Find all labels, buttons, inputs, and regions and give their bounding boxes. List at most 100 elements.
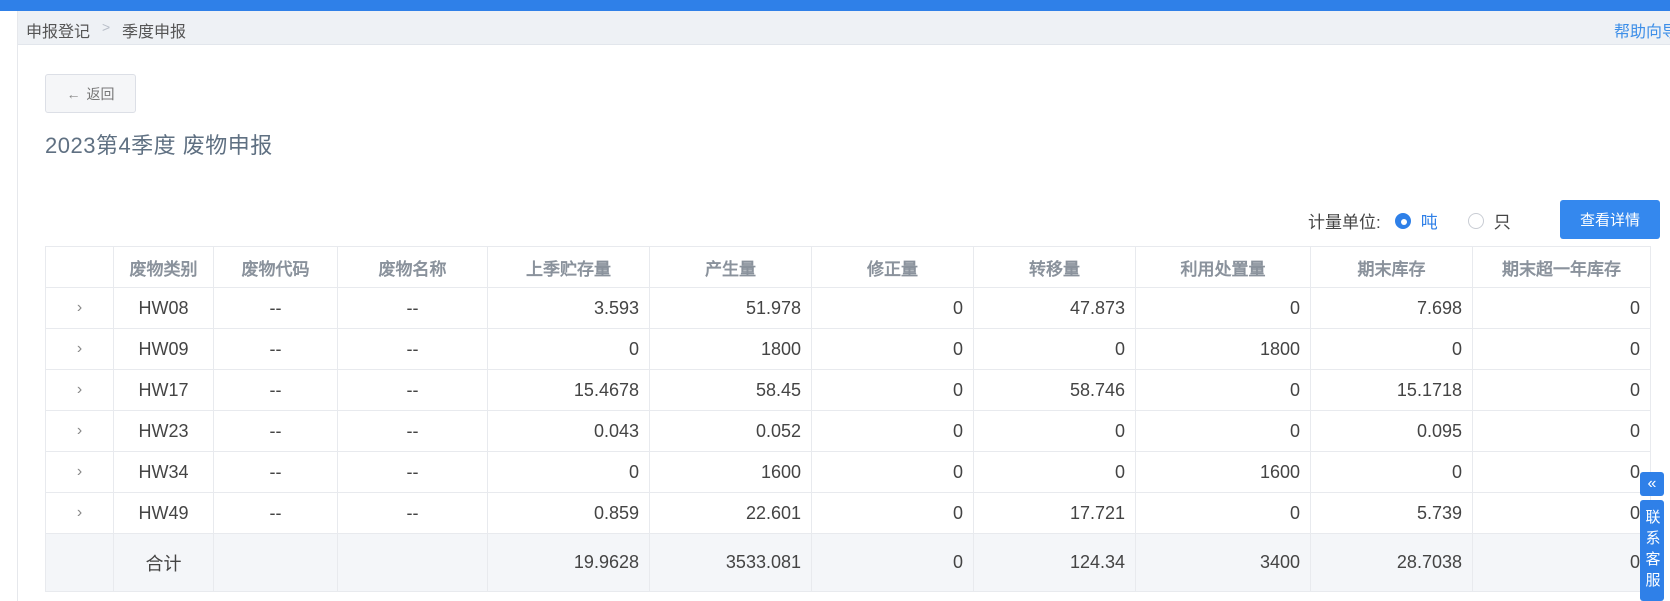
cell-produced: 0.052 [649, 410, 812, 452]
left-strip [0, 11, 18, 601]
cell-corrected: 0 [811, 492, 974, 534]
radio-checked-icon [1394, 212, 1411, 229]
table-header-row: 废物类别 废物代码 废物名称 上季贮存量 产生量 修正量 转移量 利用处置量 期… [45, 246, 1651, 288]
back-button-label: 返回 [86, 85, 115, 102]
cell-corrected: 0 [811, 451, 974, 493]
table-total-row: 合计 19.9628 3533.081 0 124.34 3400 28.703… [45, 533, 1651, 592]
cell-produced: 58.45 [649, 369, 812, 411]
cell-category: HW08 [113, 287, 214, 329]
total-produced: 3533.081 [649, 533, 812, 592]
header-transferred: 转移量 [973, 246, 1136, 288]
cell-produced: 1600 [649, 451, 812, 493]
cell-over-year: 0 [1472, 492, 1651, 534]
total-label: 合计 [113, 533, 214, 592]
expand-chevron-icon[interactable]: › [45, 287, 114, 329]
cell-transferred: 0 [973, 328, 1136, 370]
double-chevron-left-icon[interactable]: « [1640, 472, 1664, 496]
cell-name: -- [337, 287, 488, 329]
cell-produced: 51.978 [649, 287, 812, 329]
cell-name: -- [337, 451, 488, 493]
cell-disposed: 0 [1135, 492, 1311, 534]
cell-prev-storage: 0 [487, 451, 650, 493]
expand-chevron-icon[interactable]: › [45, 328, 114, 370]
header-category: 废物类别 [113, 246, 214, 288]
cell-corrected: 0 [811, 369, 974, 411]
header-over-year: 期末超一年库存 [1472, 246, 1651, 288]
radio-unchecked-icon [1467, 212, 1484, 229]
unit-radio-ton[interactable]: 吨 [1394, 208, 1438, 233]
cell-over-year: 0 [1472, 369, 1651, 411]
cell-transferred: 47.873 [973, 287, 1136, 329]
cell-category: HW17 [113, 369, 214, 411]
cell-corrected: 0 [811, 287, 974, 329]
total-end-stock: 28.7038 [1310, 533, 1473, 592]
arrow-left-icon: ← [66, 85, 81, 102]
header-expand [45, 246, 114, 288]
cell-transferred: 0 [973, 410, 1136, 452]
view-details-button[interactable]: 查看详情 [1560, 200, 1660, 239]
help-guide-link[interactable]: 帮助向导 [1614, 18, 1670, 42]
cell-produced: 1800 [649, 328, 812, 370]
table-row: › HW09 -- -- 0 1800 0 0 1800 0 0 [45, 328, 1651, 370]
expand-chevron-icon[interactable]: › [45, 369, 114, 411]
cell-end-stock: 0 [1310, 328, 1473, 370]
cell-prev-storage: 15.4678 [487, 369, 650, 411]
cell-disposed: 0 [1135, 287, 1311, 329]
table-row: › HW17 -- -- 15.4678 58.45 0 58.746 0 15… [45, 369, 1651, 411]
total-corrected: 0 [811, 533, 974, 592]
cell-transferred: 58.746 [973, 369, 1136, 411]
header-end-stock: 期末库存 [1310, 246, 1473, 288]
total-transferred: 124.34 [973, 533, 1136, 592]
cell-name: -- [337, 328, 488, 370]
table-row: › HW23 -- -- 0.043 0.052 0 0 0 0.095 0 [45, 410, 1651, 452]
cell-name: -- [337, 492, 488, 534]
header-code: 废物代码 [213, 246, 338, 288]
cell-disposed: 0 [1135, 410, 1311, 452]
cell-corrected: 0 [811, 410, 974, 452]
table-row: › HW34 -- -- 0 1600 0 0 1600 0 0 [45, 451, 1651, 493]
cell-transferred: 17.721 [973, 492, 1136, 534]
total-code-cell [213, 533, 338, 592]
cell-end-stock: 15.1718 [1310, 369, 1473, 411]
cell-end-stock: 0.095 [1310, 410, 1473, 452]
page-title: 2023第4季度 废物申报 [45, 133, 273, 158]
cell-prev-storage: 3.593 [487, 287, 650, 329]
cell-category: HW49 [113, 492, 214, 534]
cell-over-year: 0 [1472, 328, 1651, 370]
breadcrumb-item-declaration[interactable]: 申报登记 [26, 18, 90, 42]
customer-service-button[interactable]: 联系客服 [1640, 500, 1664, 601]
cell-code: -- [213, 328, 338, 370]
cell-code: -- [213, 410, 338, 452]
cell-code: -- [213, 369, 338, 411]
breadcrumb: 申报登记 > 季度申报 帮助向导 [18, 11, 1670, 45]
cell-end-stock: 5.739 [1310, 492, 1473, 534]
cell-code: -- [213, 492, 338, 534]
total-prev-storage: 19.9628 [487, 533, 650, 592]
breadcrumb-item-quarterly: 季度申报 [122, 24, 187, 41]
cell-category: HW09 [113, 328, 214, 370]
cell-prev-storage: 0 [487, 328, 650, 370]
cell-disposed: 0 [1135, 369, 1311, 411]
header-name: 废物名称 [337, 246, 488, 288]
expand-chevron-icon[interactable]: › [45, 410, 114, 452]
total-disposed: 3400 [1135, 533, 1311, 592]
breadcrumb-separator-icon: > [102, 19, 111, 35]
header-prev-storage: 上季贮存量 [487, 246, 650, 288]
back-button[interactable]: ← 返回 [45, 74, 136, 113]
cell-prev-storage: 0.859 [487, 492, 650, 534]
cell-transferred: 0 [973, 451, 1136, 493]
cell-corrected: 0 [811, 328, 974, 370]
expand-chevron-icon[interactable]: › [45, 451, 114, 493]
unit-selector: 计量单位: 吨 只 [1308, 208, 1511, 233]
cell-end-stock: 7.698 [1310, 287, 1473, 329]
cell-prev-storage: 0.043 [487, 410, 650, 452]
expand-chevron-icon[interactable]: › [45, 492, 114, 534]
table-row: › HW49 -- -- 0.859 22.601 0 17.721 0 5.7… [45, 492, 1651, 534]
cell-category: HW23 [113, 410, 214, 452]
total-expand-cell [45, 533, 114, 592]
unit-radio-piece[interactable]: 只 [1467, 208, 1511, 233]
header-corrected: 修正量 [811, 246, 974, 288]
header-disposed: 利用处置量 [1135, 246, 1311, 288]
cell-disposed: 1600 [1135, 451, 1311, 493]
customer-service-widget: « 联系客服 [1640, 472, 1664, 601]
